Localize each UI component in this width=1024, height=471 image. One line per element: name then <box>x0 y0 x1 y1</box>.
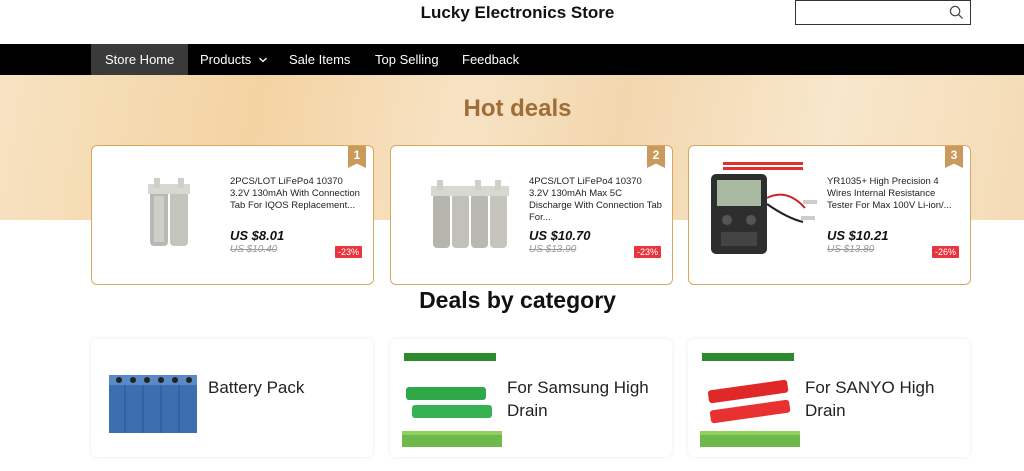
deal-old-price: US $10.40 <box>230 244 278 255</box>
nav-store-home[interactable]: Store Home <box>91 44 189 75</box>
header: Lucky Electronics Store <box>0 0 1024 44</box>
nav-feedback[interactable]: Feedback <box>448 44 533 75</box>
deal-card[interactable]: 1 2PCS/LOT LiFePo4 10370 3.2V 130mAh Wit… <box>91 145 374 285</box>
nav-top-selling[interactable]: Top Selling <box>361 44 453 75</box>
search-input[interactable] <box>796 1 946 23</box>
deal-price: US $8.01 <box>230 228 285 243</box>
nav-sale-items[interactable]: Sale Items <box>275 44 364 75</box>
category-card[interactable]: For SANYO High Drain <box>688 339 970 457</box>
deal-price: US $10.70 <box>529 228 591 243</box>
product-image[interactable] <box>419 176 519 256</box>
product-image[interactable] <box>120 176 220 256</box>
category-label[interactable]: Battery Pack <box>208 376 368 399</box>
rank-badge: 2 <box>647 146 665 168</box>
main-nav: Store Home Products Sale Items Top Selli… <box>0 44 1024 75</box>
category-image[interactable] <box>402 347 502 447</box>
deal-title[interactable]: YR1035+ High Precision 4 Wires Internal … <box>827 176 962 212</box>
discount-badge: -23% <box>633 246 661 258</box>
category-card[interactable]: For Samsung High Drain <box>390 339 672 457</box>
nav-label: Top Selling <box>375 52 439 67</box>
deal-price: US $10.21 <box>827 228 889 243</box>
search-icon[interactable] <box>949 5 964 20</box>
deal-card[interactable]: 2 4PCS/LOT LiFePo4 10370 3.2V 130mAh Max… <box>390 145 673 285</box>
nav-label: Store Home <box>105 52 175 67</box>
hot-deals-title: Hot deals <box>463 95 572 122</box>
category-image[interactable] <box>103 347 203 447</box>
deal-old-price: US $13.80 <box>827 244 875 255</box>
rank-badge: 3 <box>945 146 963 168</box>
search-box[interactable] <box>795 0 971 25</box>
deal-card[interactable]: 3 YR1035+ High Precision 4 Wires Interna… <box>688 145 971 285</box>
category-image[interactable] <box>700 347 800 447</box>
deal-old-price: US $13.90 <box>529 244 577 255</box>
product-image[interactable] <box>707 158 822 258</box>
deal-title[interactable]: 4PCS/LOT LiFePo4 10370 3.2V 130mAh Max 5… <box>529 176 664 224</box>
category-label[interactable]: For Samsung High Drain <box>507 376 667 422</box>
deal-title[interactable]: 2PCS/LOT LiFePo4 10370 3.2V 130mAh With … <box>230 176 365 212</box>
nav-label: Products <box>200 52 252 67</box>
category-label[interactable]: For SANYO High Drain <box>805 376 965 422</box>
nav-label: Feedback <box>462 52 520 67</box>
chevron-down-icon <box>258 57 267 63</box>
nav-label: Sale Items <box>289 52 351 67</box>
category-card[interactable]: Battery Pack <box>91 339 373 457</box>
discount-badge: -23% <box>334 246 362 258</box>
discount-badge: -26% <box>931 246 959 258</box>
nav-products[interactable]: Products <box>186 44 282 75</box>
category-heading: Deals by category <box>419 287 616 313</box>
rank-badge: 1 <box>348 146 366 168</box>
